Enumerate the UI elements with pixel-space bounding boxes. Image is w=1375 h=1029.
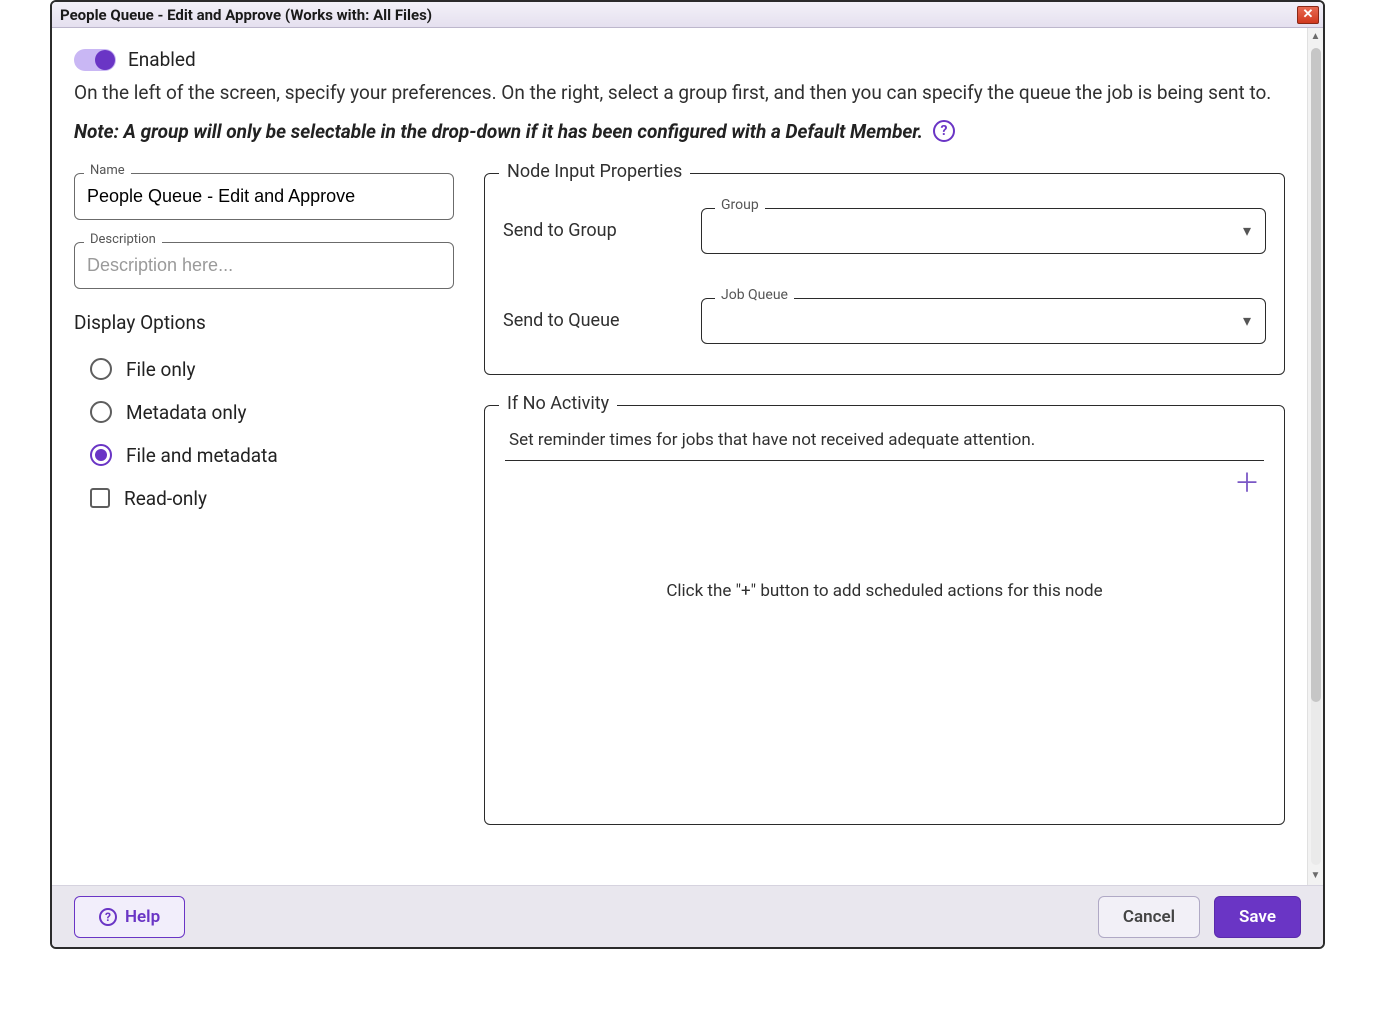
fieldset-legend: Node Input Properties: [499, 161, 690, 182]
radio-file-and-metadata[interactable]: File and metadata: [74, 434, 454, 477]
fieldset-legend: If No Activity: [499, 393, 617, 414]
send-to-group-row: Send to Group Group ▾: [503, 208, 1266, 254]
enabled-toggle[interactable]: [74, 49, 116, 71]
scroll-down-icon[interactable]: ▼: [1311, 871, 1321, 881]
send-to-queue-row: Send to Queue Job Queue ▾: [503, 298, 1266, 344]
send-to-group-label: Send to Group: [503, 220, 693, 241]
queue-select-wrap: Job Queue ▾: [701, 298, 1266, 344]
radio-file-only[interactable]: File only: [74, 348, 454, 391]
activity-empty-state: Click the "+" button to add scheduled ac…: [503, 497, 1266, 797]
radio-icon: [90, 358, 112, 380]
send-to-queue-label: Send to Queue: [503, 310, 693, 331]
footer: ? Help Cancel Save: [52, 885, 1323, 947]
description-field-label: Description: [84, 232, 162, 247]
plus-icon: ＋: [1234, 469, 1260, 499]
if-no-activity-fieldset: If No Activity Set reminder times for jo…: [484, 405, 1285, 825]
display-options-heading: Display Options: [74, 311, 454, 334]
close-icon: ✕: [1303, 7, 1314, 22]
note-row: Note: A group will only be selectable in…: [74, 120, 1285, 143]
checkbox-label: Read-only: [124, 487, 207, 510]
window-title: People Queue - Edit and Approve (Works w…: [60, 6, 432, 24]
chevron-down-icon: ▾: [1243, 311, 1251, 330]
checkbox-read-only[interactable]: Read-only: [74, 477, 454, 520]
question-icon: ?: [99, 908, 117, 926]
question-icon: ?: [941, 123, 948, 139]
body-wrap: Enabled On the left of the screen, speci…: [52, 28, 1323, 885]
add-action-button[interactable]: ＋: [1234, 471, 1260, 497]
activity-description: Set reminder times for jobs that have no…: [509, 430, 1266, 450]
intro-text: On the left of the screen, specify your …: [74, 79, 1285, 108]
radio-icon: [90, 444, 112, 466]
name-field-wrap: Name: [74, 173, 454, 220]
scroll-thumb[interactable]: [1311, 48, 1321, 702]
group-select-label: Group: [715, 197, 765, 213]
note-text: Note: A group will only be selectable in…: [74, 120, 923, 143]
radio-icon: [90, 401, 112, 423]
radio-label: File and metadata: [126, 444, 278, 467]
scroll-up-icon[interactable]: ▲: [1311, 32, 1321, 42]
cancel-button[interactable]: Cancel: [1098, 896, 1200, 938]
chevron-down-icon: ▾: [1243, 221, 1251, 240]
enabled-label: Enabled: [128, 48, 196, 71]
dialog-window: People Queue - Edit and Approve (Works w…: [50, 0, 1325, 949]
left-column: Name Description Display Options File on…: [74, 173, 454, 520]
radio-label: Metadata only: [126, 401, 246, 424]
activity-divider: [505, 460, 1264, 461]
save-button-label: Save: [1239, 907, 1276, 927]
titlebar: People Queue - Edit and Approve (Works w…: [52, 2, 1323, 28]
help-button[interactable]: ? Help: [74, 896, 185, 938]
content-area: Enabled On the left of the screen, speci…: [52, 28, 1307, 885]
group-select-wrap: Group ▾: [701, 208, 1266, 254]
name-field-label: Name: [84, 163, 131, 178]
save-button[interactable]: Save: [1214, 896, 1301, 938]
queue-select[interactable]: ▾: [701, 298, 1266, 344]
scroll-track[interactable]: [1311, 48, 1321, 865]
name-input[interactable]: [74, 173, 454, 220]
toggle-knob: [95, 50, 115, 70]
right-column: Node Input Properties Send to Group Grou…: [484, 173, 1285, 825]
radio-label: File only: [126, 358, 195, 381]
checkbox-icon: [90, 488, 110, 508]
help-button-label: Help: [125, 907, 160, 927]
node-input-fieldset: Node Input Properties Send to Group Grou…: [484, 173, 1285, 375]
description-input[interactable]: [74, 242, 454, 289]
description-field-wrap: Description: [74, 242, 454, 289]
activity-empty-text: Click the "+" button to add scheduled ac…: [666, 581, 1102, 601]
radio-metadata-only[interactable]: Metadata only: [74, 391, 454, 434]
footer-right-group: Cancel Save: [1098, 896, 1301, 938]
note-help-button[interactable]: ?: [933, 120, 955, 142]
add-action-row: ＋: [503, 467, 1266, 497]
columns: Name Description Display Options File on…: [74, 173, 1285, 825]
enabled-row: Enabled: [74, 48, 1285, 71]
vertical-scrollbar[interactable]: ▲ ▼: [1307, 28, 1323, 885]
close-button[interactable]: ✕: [1297, 6, 1319, 24]
queue-select-label: Job Queue: [715, 287, 794, 303]
group-select[interactable]: ▾: [701, 208, 1266, 254]
cancel-button-label: Cancel: [1123, 907, 1175, 927]
